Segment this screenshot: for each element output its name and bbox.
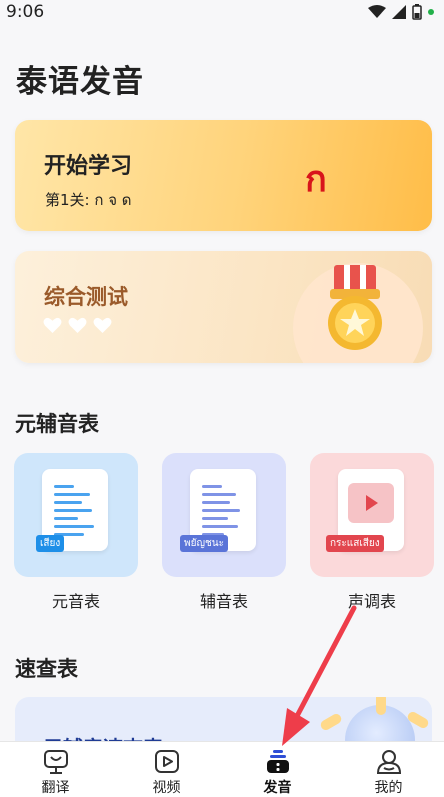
play-video-icon bbox=[348, 483, 394, 523]
thai-glyph-decoration: ก bbox=[305, 159, 327, 200]
translate-icon bbox=[43, 750, 68, 774]
tab-translate[interactable]: 翻译 bbox=[0, 742, 111, 797]
hearts-row bbox=[43, 317, 112, 334]
battery-icon bbox=[412, 4, 422, 20]
video-icon bbox=[154, 750, 179, 773]
heart-icon bbox=[68, 317, 87, 334]
vowel-tag: เสียง bbox=[36, 535, 65, 552]
start-learning-subtitle: 第1关: ก จ ด bbox=[45, 191, 132, 209]
start-learning-title: 开始学习 bbox=[44, 154, 133, 179]
consonant-table-tile[interactable]: พยัญชนะ bbox=[162, 453, 286, 577]
charging-dot-icon bbox=[428, 9, 434, 15]
start-learning-card[interactable]: 开始学习 第1关: ก จ ด ก bbox=[15, 120, 432, 231]
tone-table-label: 声调表 bbox=[347, 592, 396, 611]
tab-translate-label: 翻译 bbox=[41, 780, 70, 796]
wifi-icon bbox=[368, 5, 386, 18]
status-time: 9:06 bbox=[6, 2, 45, 22]
tab-profile[interactable]: 我的 bbox=[333, 742, 444, 797]
heart-icon bbox=[93, 317, 112, 334]
tab-pronounce[interactable]: 发音 bbox=[222, 742, 333, 797]
status-bar: 9:06 bbox=[0, 0, 444, 24]
bottom-tab-bar: 翻译 视频 发音 我的 bbox=[0, 741, 444, 797]
quick-reference-section-title: 速查表 bbox=[15, 657, 78, 681]
status-icons bbox=[368, 4, 434, 20]
tone-tag: กระแสเสียง bbox=[326, 535, 384, 552]
tab-video-label: 视频 bbox=[152, 780, 181, 796]
tone-table-tile[interactable]: กระแสเสียง bbox=[310, 453, 434, 577]
medal-icon bbox=[328, 265, 382, 350]
signal-icon bbox=[392, 5, 406, 19]
pronounce-icon bbox=[266, 750, 289, 773]
vowel-table-tile[interactable]: เสียง bbox=[14, 453, 138, 577]
comprehensive-test-card[interactable]: 综合测试 bbox=[15, 251, 432, 363]
consonant-table-label: 辅音表 bbox=[199, 592, 248, 611]
heart-icon bbox=[43, 317, 62, 334]
tab-pronounce-label: 发音 bbox=[263, 780, 292, 796]
comprehensive-test-title: 综合测试 bbox=[44, 285, 128, 309]
tab-profile-label: 我的 bbox=[374, 780, 403, 796]
tab-video[interactable]: 视频 bbox=[111, 742, 222, 797]
vowel-table-label: 元音表 bbox=[51, 592, 100, 611]
consonant-tag: พยัญชนะ bbox=[180, 535, 228, 552]
profile-icon bbox=[376, 750, 401, 774]
page-title: 泰语发音 bbox=[16, 64, 144, 100]
tables-section-title: 元辅音表 bbox=[15, 412, 99, 436]
